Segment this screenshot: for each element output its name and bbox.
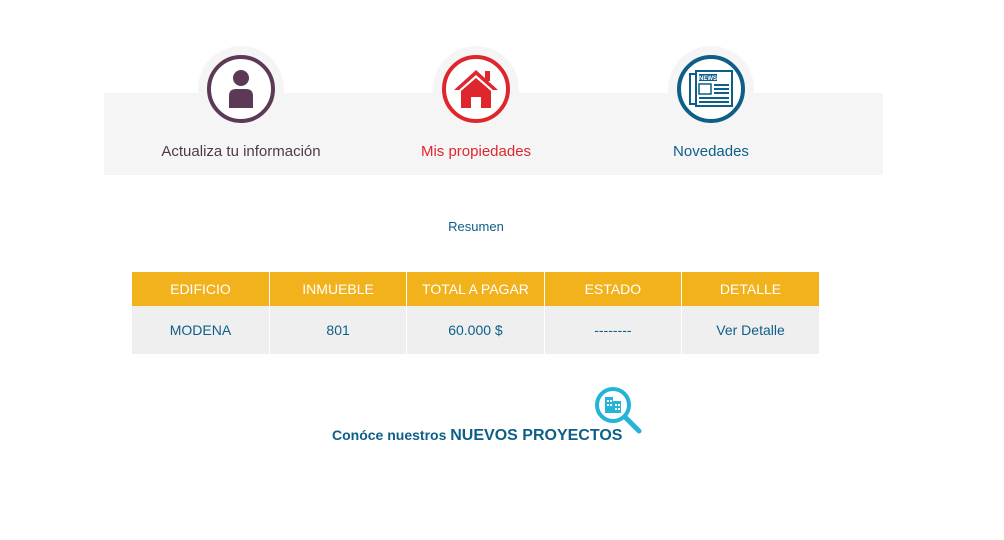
cell-edificio: MODENA	[132, 306, 270, 354]
summary-title: Resumen	[448, 219, 504, 234]
table-row: MODENA 801 60.000 $ -------- Ver Detalle	[132, 306, 819, 354]
column-header: ESTADO	[543, 272, 682, 306]
nav-icon-ring	[442, 55, 510, 123]
summary-table: EDIFICIO INMUEBLE TOTAL A PAGAR ESTADO D…	[132, 272, 819, 354]
ver-detalle-link[interactable]: Ver Detalle	[716, 322, 784, 338]
building-search-icon	[595, 387, 642, 434]
nav-update-info[interactable]: Actualiza tu información	[131, 46, 351, 160]
nav-label: Actualiza tu información	[161, 143, 321, 160]
nav-icon-circle	[198, 46, 284, 132]
column-header: EDIFICIO	[132, 272, 270, 306]
nav-label: Mis propiedades	[420, 143, 532, 160]
cell-total: 60.000 $	[406, 306, 545, 354]
column-header: INMUEBLE	[268, 272, 407, 306]
new-projects-link[interactable]: Conóce nuestros NUEVOS PROYECTOS	[332, 386, 652, 456]
news-icon-text: NEWS	[699, 76, 717, 82]
house-icon	[454, 70, 498, 108]
new-projects-prefix: Conóce nuestros	[332, 427, 451, 443]
cell-detalle: Ver Detalle	[681, 306, 819, 354]
column-header: TOTAL A PAGAR	[406, 272, 545, 306]
nav-label: Novedades	[673, 143, 749, 160]
new-projects-text: Conóce nuestros NUEVOS PROYECTOS	[332, 427, 622, 445]
nav-my-properties[interactable]: Mis propiedades	[366, 46, 586, 160]
cell-inmueble: 801	[268, 306, 407, 354]
nav-icon-circle: NEWS	[668, 46, 754, 132]
table-header-row: EDIFICIO INMUEBLE TOTAL A PAGAR ESTADO D…	[132, 272, 819, 306]
nav-icon-ring: NEWS	[677, 55, 745, 123]
user-icon	[229, 70, 253, 108]
nav-icon-ring	[207, 55, 275, 123]
nav-news[interactable]: NEWS Novedades	[601, 46, 821, 160]
column-header: DETALLE	[681, 272, 819, 306]
newspaper-icon: NEWS	[689, 70, 733, 107]
cell-estado: --------	[543, 306, 682, 354]
nav-icon-circle	[433, 46, 519, 132]
